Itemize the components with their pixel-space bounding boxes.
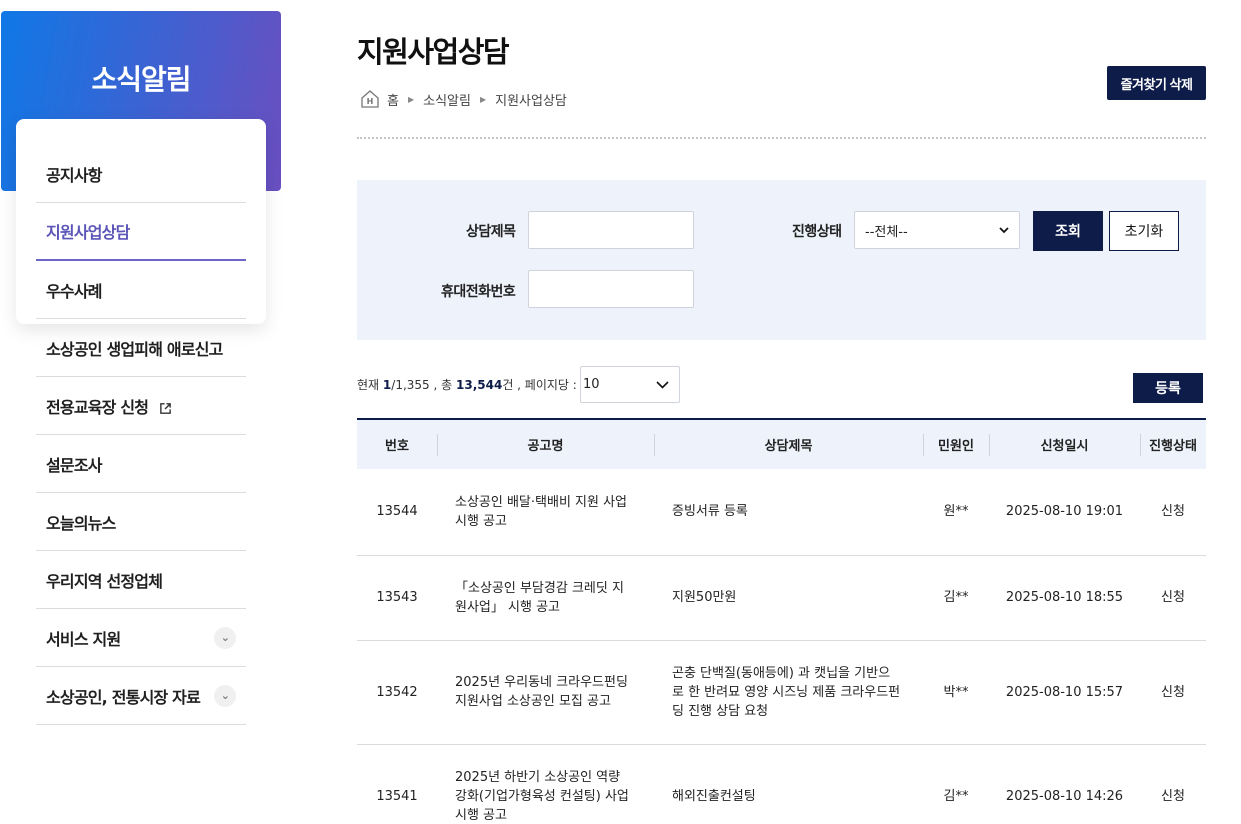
cell-status: 신청: [1140, 555, 1206, 641]
sidebar-item-label: 우수사례: [46, 281, 102, 301]
sidebar-item-label: 소상공인 생업피해 애로신고: [46, 339, 223, 359]
cell-number: 13543: [357, 555, 437, 641]
breadcrumb: H 홈 ▶ 소식알림 ▶ 지원사업상담: [360, 88, 567, 110]
result-summary: 현재 1/1,355 , 총 13,544 건 , 페이지당 :: [357, 376, 577, 393]
cell-status: 신청: [1140, 640, 1206, 745]
breadcrumb-home[interactable]: 홈: [387, 90, 399, 109]
phone-label: 휴대전화번호: [441, 284, 516, 300]
sidebar-item-label: 오늘의뉴스: [46, 513, 116, 533]
table-header-row: 번호 공고명 상담제목 민원인 신청일시 진행상태: [357, 419, 1206, 469]
sidebar-title: 소식알림: [91, 63, 191, 96]
col-subject-header[interactable]: 상담제목: [654, 419, 923, 469]
table-row[interactable]: 13544 소상공인 배달·택배비 지원 사업 시행 공고 증빙서류 등록 원*…: [357, 469, 1206, 556]
cell-subject[interactable]: 증빙서류 등록: [654, 469, 923, 556]
consult-table: 번호 공고명 상담제목 민원인 신청일시 진행상태 13544 소상공인 배달·…: [357, 418, 1206, 824]
result-suffix: 건 , 페이지당 :: [502, 378, 577, 392]
sidebar-item-market-data[interactable]: 소상공인, 전통시장 자료 ⌄: [36, 667, 246, 725]
sidebar-item-label: 서비스 지원: [46, 629, 121, 649]
cell-status: 신청: [1140, 469, 1206, 556]
cell-number: 13544: [357, 469, 437, 556]
table-row[interactable]: 13541 2025년 하반기 소상공인 역량강화(기업가형육성 컨설팅) 사업…: [357, 744, 1206, 824]
current-page: 1: [382, 377, 392, 392]
sidebar-item-local-selected[interactable]: 우리지역 선정업체: [36, 551, 246, 609]
phone-input[interactable]: [528, 270, 694, 308]
total-pages: /1,355 , 총: [391, 378, 453, 392]
cell-date: 2025-08-10 15:57: [989, 640, 1140, 745]
sidebar-item-survey[interactable]: 설문조사: [36, 435, 246, 493]
sidebar-item-label: 소상공인, 전통시장 자료: [46, 687, 201, 707]
sidebar-item-support-consult[interactable]: 지원사업상담: [36, 203, 246, 261]
cell-notice[interactable]: 소상공인 배달·택배비 지원 사업 시행 공고: [437, 469, 654, 556]
divider: [357, 137, 1206, 139]
col-number-header[interactable]: 번호: [357, 419, 437, 469]
register-button[interactable]: 등록: [1133, 373, 1203, 403]
cell-number: 13541: [357, 744, 437, 824]
cell-date: 2025-08-10 18:55: [989, 555, 1140, 641]
col-status-header[interactable]: 진행상태: [1140, 419, 1206, 469]
sidebar-item-notice[interactable]: 공지사항: [36, 145, 246, 203]
svg-text:H: H: [367, 97, 374, 106]
breadcrumb-separator-icon: ▶: [479, 94, 487, 104]
cell-notice[interactable]: 2025년 우리동네 크라우드펀딩 지원사업 소상공인 모집 공고: [437, 640, 654, 745]
status-label: 진행상태: [792, 224, 842, 240]
sidebar-item-label: 설문조사: [46, 455, 102, 475]
sidebar-item-service-support[interactable]: 서비스 지원 ⌄: [36, 609, 246, 667]
sidebar-menu: 공지사항 지원사업상담 우수사례 소상공인 생업피해 애로신고 전용교육장 신청…: [36, 145, 246, 725]
cell-status: 신청: [1140, 744, 1206, 824]
cell-applicant: 김**: [923, 555, 989, 641]
cell-subject[interactable]: 지원50만원: [654, 555, 923, 641]
breadcrumb-current[interactable]: 지원사업상담: [495, 90, 567, 109]
cell-date: 2025-08-10 19:01: [989, 469, 1140, 556]
title-label: 상담제목: [466, 224, 516, 240]
breadcrumb-separator-icon: ▶: [407, 94, 415, 104]
cell-notice[interactable]: 2025년 하반기 소상공인 역량강화(기업가형육성 컨설팅) 사업 시행 공고: [437, 744, 654, 824]
sidebar-item-label: 공지사항: [46, 165, 102, 185]
sidebar-item-label: 전용교육장 신청: [46, 397, 149, 417]
table-row[interactable]: 13543 「소상공인 부담경감 크레딧 지원사업」 시행 공고 지원50만원 …: [357, 555, 1206, 641]
reset-button[interactable]: 초기화: [1109, 211, 1179, 251]
external-link-icon: [160, 402, 171, 414]
result-prefix: 현재: [357, 378, 380, 392]
sidebar-item-label: 지원사업상담: [46, 223, 130, 242]
col-date-header[interactable]: 신청일시: [989, 419, 1140, 469]
chevron-down-icon: [999, 226, 1009, 233]
chevron-down-icon[interactable]: ⌄: [214, 626, 236, 649]
col-applicant-header[interactable]: 민원인: [923, 419, 989, 469]
cell-number: 13542: [357, 640, 437, 745]
chevron-down-icon: [656, 380, 669, 389]
cell-subject[interactable]: 해외진출컨설팅: [654, 744, 923, 824]
cell-applicant: 박**: [923, 640, 989, 745]
cell-subject[interactable]: 곤충 단백질(동애등에) 과 캣닙을 기반으로 한 반려묘 영양 시즈닝 제품 …: [654, 640, 923, 745]
status-select[interactable]: --전체--: [854, 211, 1020, 249]
cell-applicant: 김**: [923, 744, 989, 824]
search-button[interactable]: 조회: [1033, 211, 1103, 251]
sidebar-item-label: 우리지역 선정업체: [46, 571, 163, 591]
table-row[interactable]: 13542 2025년 우리동네 크라우드펀딩 지원사업 소상공인 모집 공고 …: [357, 640, 1206, 745]
sidebar-item-damage-report[interactable]: 소상공인 생업피해 애로신고: [36, 319, 246, 377]
search-panel: 상담제목 진행상태 --전체-- 조회 초기화 휴대전화번호: [357, 180, 1206, 340]
home-icon[interactable]: H: [360, 89, 380, 109]
col-notice-header[interactable]: 공고명: [437, 419, 654, 469]
cell-applicant: 원**: [923, 469, 989, 556]
sidebar-item-training-room[interactable]: 전용교육장 신청: [36, 377, 246, 435]
sidebar-item-best-cases[interactable]: 우수사례: [36, 261, 246, 319]
cell-date: 2025-08-10 14:26: [989, 744, 1140, 824]
per-page-value: 10: [583, 377, 600, 392]
total-count: 13,544: [456, 377, 503, 392]
breadcrumb-news[interactable]: 소식알림: [423, 90, 471, 109]
title-input[interactable]: [528, 211, 694, 249]
page-title: 지원사업상담: [357, 35, 510, 69]
chevron-down-icon[interactable]: ⌄: [214, 684, 236, 707]
status-select-value: --전체--: [865, 224, 908, 240]
sidebar-item-today-news[interactable]: 오늘의뉴스: [36, 493, 246, 551]
cell-notice[interactable]: 「소상공인 부담경감 크레딧 지원사업」 시행 공고: [437, 555, 654, 641]
favorite-delete-button[interactable]: 즐겨찾기 삭제: [1107, 66, 1206, 100]
per-page-select[interactable]: 10: [580, 366, 680, 403]
